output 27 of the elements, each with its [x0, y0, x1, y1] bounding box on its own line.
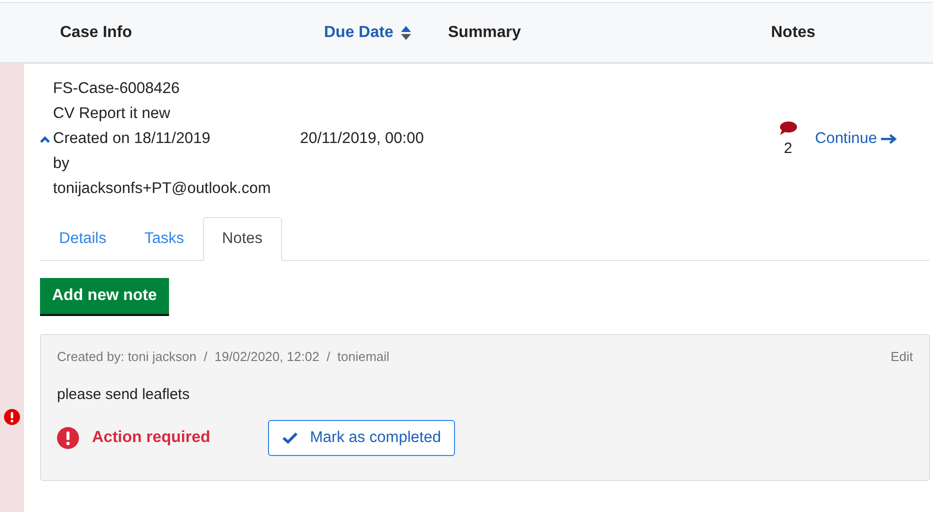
tab[interactable]: Details	[40, 217, 126, 261]
action-required-label: Action required	[92, 429, 210, 447]
due-date: 20/11/2019, 00:00	[300, 130, 424, 146]
column-header: Summary	[448, 24, 521, 42]
note-text: please send leaflets	[57, 386, 191, 403]
right-arrow-icon	[881, 134, 898, 144]
column-header[interactable]: Due Date	[324, 24, 394, 42]
speech-bubble-icon	[779, 120, 797, 136]
sort-icon[interactable]	[401, 26, 412, 40]
column-header: Notes	[771, 24, 816, 42]
add-note-button[interactable]: Add new note	[40, 278, 169, 316]
tab[interactable]: Notes	[203, 217, 282, 261]
error-icon	[4, 409, 20, 425]
collapse-chevron-icon[interactable]	[40, 136, 50, 142]
checkmark-icon	[282, 432, 298, 444]
note-metadata: Created by: toni jackson / 19/02/2020, 12:02 / toniemail	[57, 349, 390, 364]
case-info-line: Created on 18/11/2019	[53, 129, 212, 149]
notes-count: 2	[784, 140, 792, 156]
case-info-line: tonijacksonfs+PT@outlook.com	[53, 179, 272, 199]
tab[interactable]: Tasks	[125, 217, 204, 261]
mark-completed-button[interactable]: Mark as completed	[268, 420, 455, 456]
continue-link[interactable]: Continue	[815, 130, 898, 148]
case-info-line: FS-Case-6008426	[53, 79, 181, 99]
case-info-line: by	[53, 154, 70, 174]
case-info-line: CV Report it new	[53, 104, 172, 124]
column-header: Case Info	[60, 24, 132, 42]
edit-link[interactable]: Edit	[890, 349, 913, 364]
